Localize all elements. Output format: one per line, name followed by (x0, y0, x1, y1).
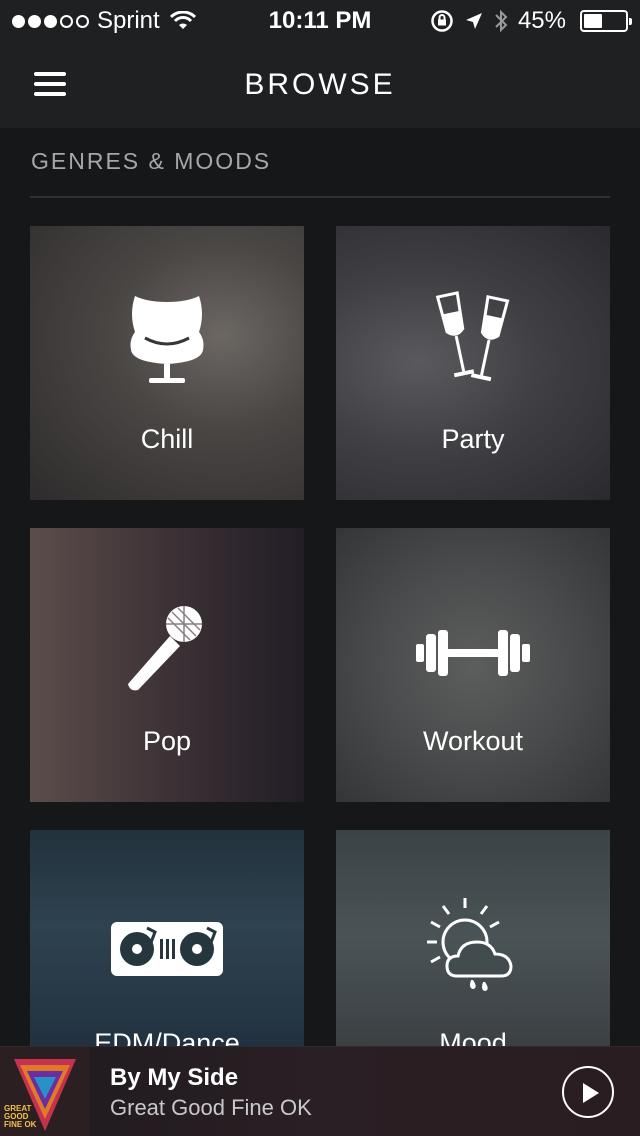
tile-party[interactable]: Party (336, 226, 610, 500)
section-title: GENRES & MOODS (31, 148, 272, 174)
tile-pop[interactable]: Pop (30, 528, 304, 802)
play-icon (583, 1083, 599, 1103)
status-right: 45% (430, 7, 632, 35)
tile-label: Chill (140, 424, 194, 454)
rotation-lock-icon (431, 10, 453, 32)
champagne-glasses-icon (336, 290, 610, 390)
tile-label: Pop (142, 726, 192, 756)
tile-label: Mood (439, 1028, 507, 1046)
tile-workout[interactable]: Workout (336, 528, 610, 802)
page-title: BROWSE (244, 68, 396, 101)
album-art-text: GREAT GOOD FINE OK (4, 1104, 37, 1129)
section-divider (30, 196, 610, 198)
tile-chill[interactable]: Chill (30, 226, 304, 500)
tile-label: Party (441, 424, 505, 454)
dumbbell-icon (336, 628, 610, 678)
track-title: By My Side (110, 1064, 239, 1091)
tile-label: Workout (422, 726, 524, 756)
tile-mood[interactable]: Mood (336, 830, 610, 1046)
now-playing-bar[interactable]: GREAT GOOD FINE OK By My Side Great Good… (0, 1046, 640, 1136)
play-button[interactable] (562, 1066, 614, 1118)
sun-cloud-rain-icon (336, 896, 610, 992)
tile-label: EDM/Dance (94, 1028, 240, 1046)
egg-chair-icon (30, 292, 304, 388)
status-bar: Sprint 10:11 PM 45% (0, 0, 640, 40)
battery-percent: 45% (517, 7, 566, 34)
turntables-icon (30, 922, 304, 976)
tile-edm-dance[interactable]: EDM/Dance (30, 830, 304, 1046)
nav-bar: BROWSE (0, 40, 640, 128)
microphone-icon (30, 602, 304, 692)
battery-level (584, 14, 602, 28)
track-artist: Great Good Fine OK (110, 1095, 312, 1120)
bluetooth-icon (495, 9, 508, 33)
album-art[interactable]: GREAT GOOD FINE OK (0, 1047, 90, 1136)
battery-icon (580, 10, 632, 32)
location-arrow-icon (465, 13, 482, 29)
